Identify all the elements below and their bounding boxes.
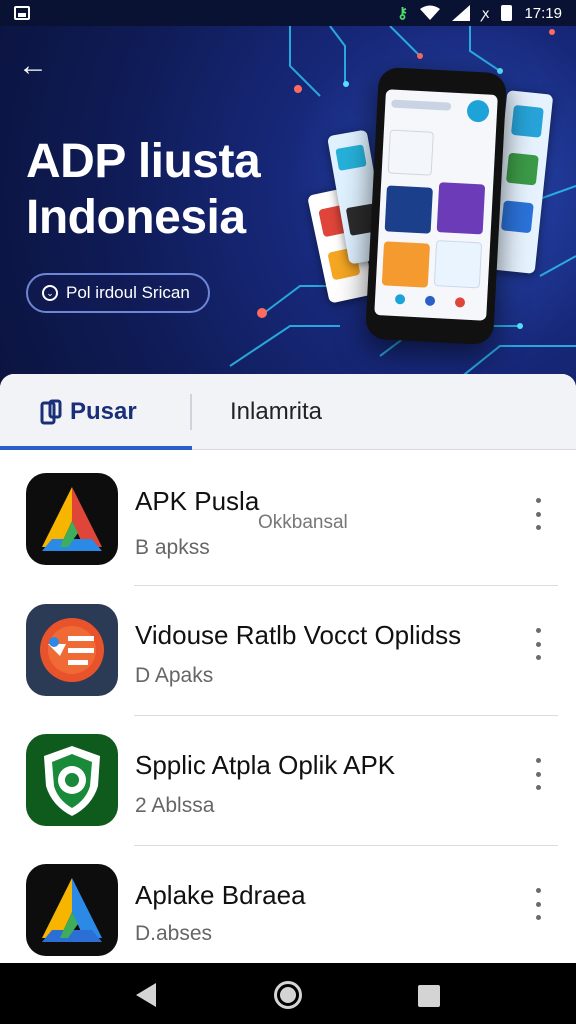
browser-icon xyxy=(26,604,118,696)
chevron-circle-icon: ⌄ xyxy=(42,285,58,301)
tab-pusar-label: Pusar xyxy=(70,398,137,425)
nav-home-icon[interactable] xyxy=(274,981,302,1009)
list-item[interactable]: APK Pusla Okkbansal B apkss xyxy=(0,456,576,586)
nav-recents-icon[interactable] xyxy=(418,985,440,1007)
hero-title: ADP liusta Indonesia xyxy=(26,134,326,246)
aplikasi-a-icon xyxy=(26,473,118,565)
shield-icon xyxy=(26,734,118,826)
vpn-key-icon: ⚷ xyxy=(397,5,409,22)
list-item[interactable]: Vidouse Ratlb Vocct Oplidss D Apaks xyxy=(0,586,576,716)
more-options-icon[interactable] xyxy=(526,494,550,534)
app-title: Aplake Bdraea xyxy=(135,880,306,910)
tab-inlamrita-label: Inlamrita xyxy=(230,398,323,425)
nav-back-icon[interactable] xyxy=(136,983,156,1007)
list-item[interactable]: Aplake Bdraea D.abses xyxy=(0,846,576,963)
app-extra-label: Okkbansal xyxy=(258,512,348,533)
tab-pusar[interactable]: Pusar xyxy=(0,374,192,450)
status-bar: ⚷ ꭗ 17:19 xyxy=(0,0,576,26)
back-arrow-icon[interactable]: ← xyxy=(18,48,58,84)
tab-bar: Pusar Inlamrita xyxy=(0,374,576,450)
tab-inlamrita[interactable]: Inlamrita xyxy=(192,374,384,450)
system-nav-bar xyxy=(0,963,576,1024)
app-subtitle: 2 Ablssa xyxy=(135,794,215,817)
hero-pill-button[interactable]: ⌄ Pol irdoul Srican xyxy=(26,273,210,313)
hero-banner: ← ADP liusta Indonesia ⌄ Pol irdoul Sric… xyxy=(0,26,576,386)
status-time: 17:19 xyxy=(524,4,562,22)
app-subtitle: B apkss xyxy=(135,536,210,559)
wifi-icon xyxy=(420,5,441,20)
main-content: Pusar Inlamrita APK Pusla Okkbansal B ap… xyxy=(0,374,576,963)
signal-icon xyxy=(452,5,471,21)
phone-mockup-image xyxy=(364,66,508,346)
nfc-icon: ꭗ xyxy=(482,4,490,21)
hero-pill-label: Pol irdoul Srican xyxy=(66,283,190,302)
aplikasi-a-icon xyxy=(26,864,118,956)
screenshot-icon xyxy=(14,6,30,20)
hero-title-line2: Indonesia xyxy=(26,191,246,244)
phone-tab-icon xyxy=(40,399,62,425)
more-options-icon[interactable] xyxy=(526,624,550,664)
app-subtitle: D.abses xyxy=(135,922,213,945)
more-options-icon[interactable] xyxy=(526,884,550,924)
more-options-icon[interactable] xyxy=(526,754,550,794)
app-subtitle: D Apaks xyxy=(135,664,214,687)
hero-title-line1: ADP liusta xyxy=(26,135,261,188)
app-title: APK Pusla xyxy=(135,486,260,516)
battery-icon xyxy=(501,5,513,21)
app-title: Spplic Atpla Oplik APK xyxy=(135,750,396,780)
app-title: Vidouse Ratlb Vocct Oplidss xyxy=(135,620,462,650)
list-item[interactable]: Spplic Atpla Oplik APK 2 Ablssa xyxy=(0,716,576,846)
